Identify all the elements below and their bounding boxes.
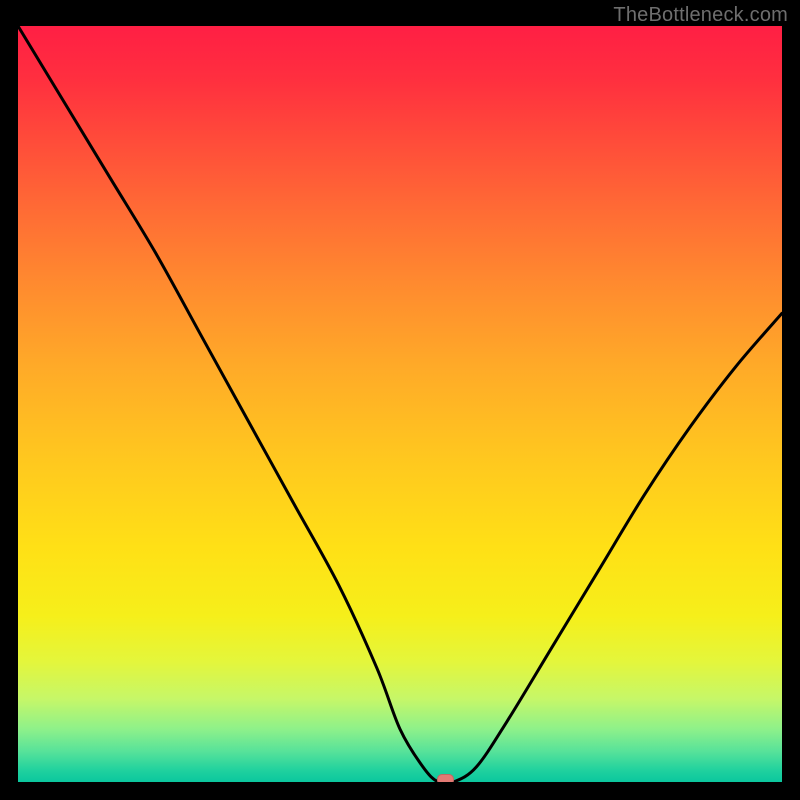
chart-frame: TheBottleneck.com — [0, 0, 800, 800]
plot-area — [18, 26, 782, 782]
watermark-text: TheBottleneck.com — [613, 4, 788, 27]
bottleneck-curve — [18, 26, 782, 782]
bottleneck-marker — [437, 774, 454, 782]
